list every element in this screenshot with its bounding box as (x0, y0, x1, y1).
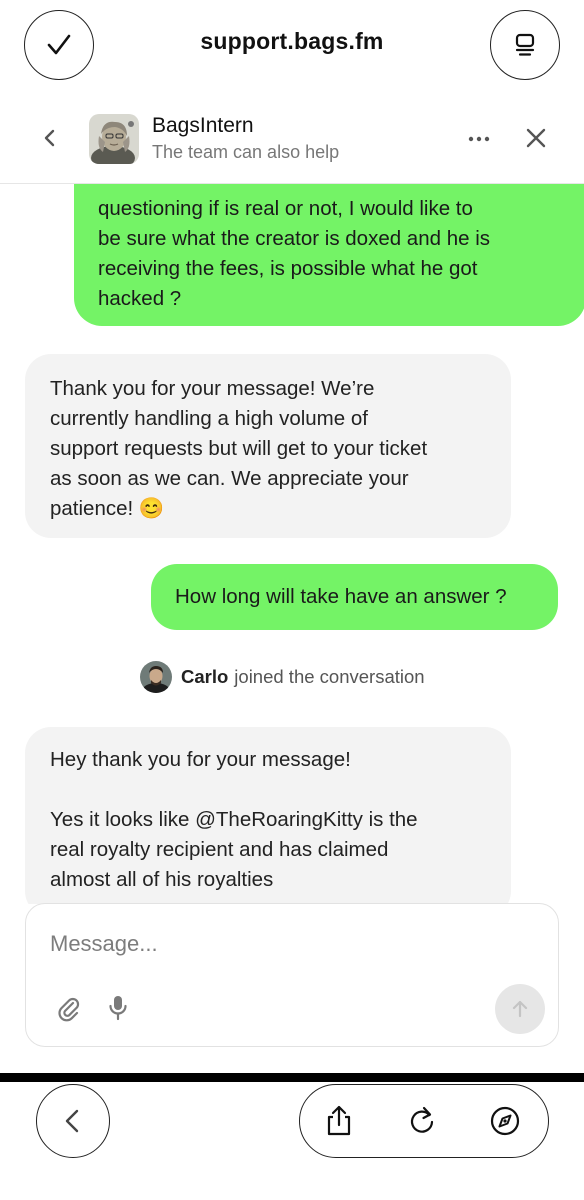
message-composer (25, 903, 559, 1047)
send-button[interactable] (495, 984, 545, 1034)
close-icon[interactable] (524, 126, 548, 150)
message-line (50, 775, 491, 805)
agent-avatar (140, 661, 172, 693)
bot-message: Thank you for your message! We’re curren… (25, 354, 511, 538)
toolbar-divider (0, 1073, 584, 1082)
browser-actions (299, 1084, 549, 1158)
user-message: questioning if is real or not, I would l… (74, 184, 584, 326)
chat-subtitle: The team can also help (152, 142, 340, 162)
message-input[interactable] (50, 928, 490, 960)
paperclip-icon[interactable] (56, 996, 82, 1022)
tabs-icon (515, 33, 535, 56)
back-button[interactable] (36, 1084, 110, 1158)
share-icon[interactable] (322, 1104, 356, 1138)
message-line: Thank you for your message! We’re (50, 377, 375, 400)
message-line: hacked ? (98, 287, 182, 310)
message-line: almost all of his royalties (50, 868, 274, 891)
smiley-emoji: 😊 (138, 497, 165, 520)
agent-name: Carlo (181, 666, 229, 687)
join-event: Carlo joined the conversation (140, 660, 425, 694)
microphone-icon[interactable] (106, 994, 130, 1022)
message-line: questioning if is real or not, I would l… (98, 197, 473, 220)
tabs-button[interactable] (490, 10, 560, 80)
message-line: as soon as we can. We appreciate your (50, 467, 409, 490)
message-line: be sure what the creator is doxed and he… (98, 227, 491, 250)
message-line: receiving the fees, is possible what he … (98, 257, 478, 280)
agent-message: Hey thank you for your message! Yes it l… (25, 727, 511, 904)
bot-avatar (89, 114, 139, 164)
url-bar[interactable]: support.bags.fm (100, 28, 484, 55)
message-line: real royalty recipient and has claimed (50, 838, 389, 861)
message-line: support requests but will get to your ti… (50, 437, 428, 460)
message-line: Hey thank you for your message! (50, 748, 351, 771)
message-text: patience! (50, 497, 134, 520)
chat-header: BagsIntern The team can also help (0, 92, 584, 184)
checkmark-icon (47, 34, 71, 55)
arrow-up-icon (512, 1000, 528, 1018)
message-line: Yes it looks like @TheRoaringKitty is th… (50, 808, 418, 831)
join-text: joined the conversation (234, 666, 425, 687)
browser-top-bar: support.bags.fm (0, 0, 584, 92)
compass-icon[interactable] (488, 1104, 522, 1138)
message-list[interactable]: questioning if is real or not, I would l… (0, 184, 584, 904)
chevron-left-icon (65, 1109, 79, 1133)
message-line: patience! 😊 (50, 494, 491, 524)
chevron-left-icon[interactable] (36, 124, 64, 152)
ellipsis-icon[interactable] (464, 124, 494, 154)
browser-bottom-bar (0, 1082, 584, 1200)
chat-title: BagsIntern (152, 114, 254, 137)
reload-icon[interactable] (405, 1104, 439, 1138)
user-message: How long will take have an answer ? (151, 564, 558, 630)
message-line: currently handling a high volume of (50, 407, 368, 430)
done-button[interactable] (24, 10, 94, 80)
